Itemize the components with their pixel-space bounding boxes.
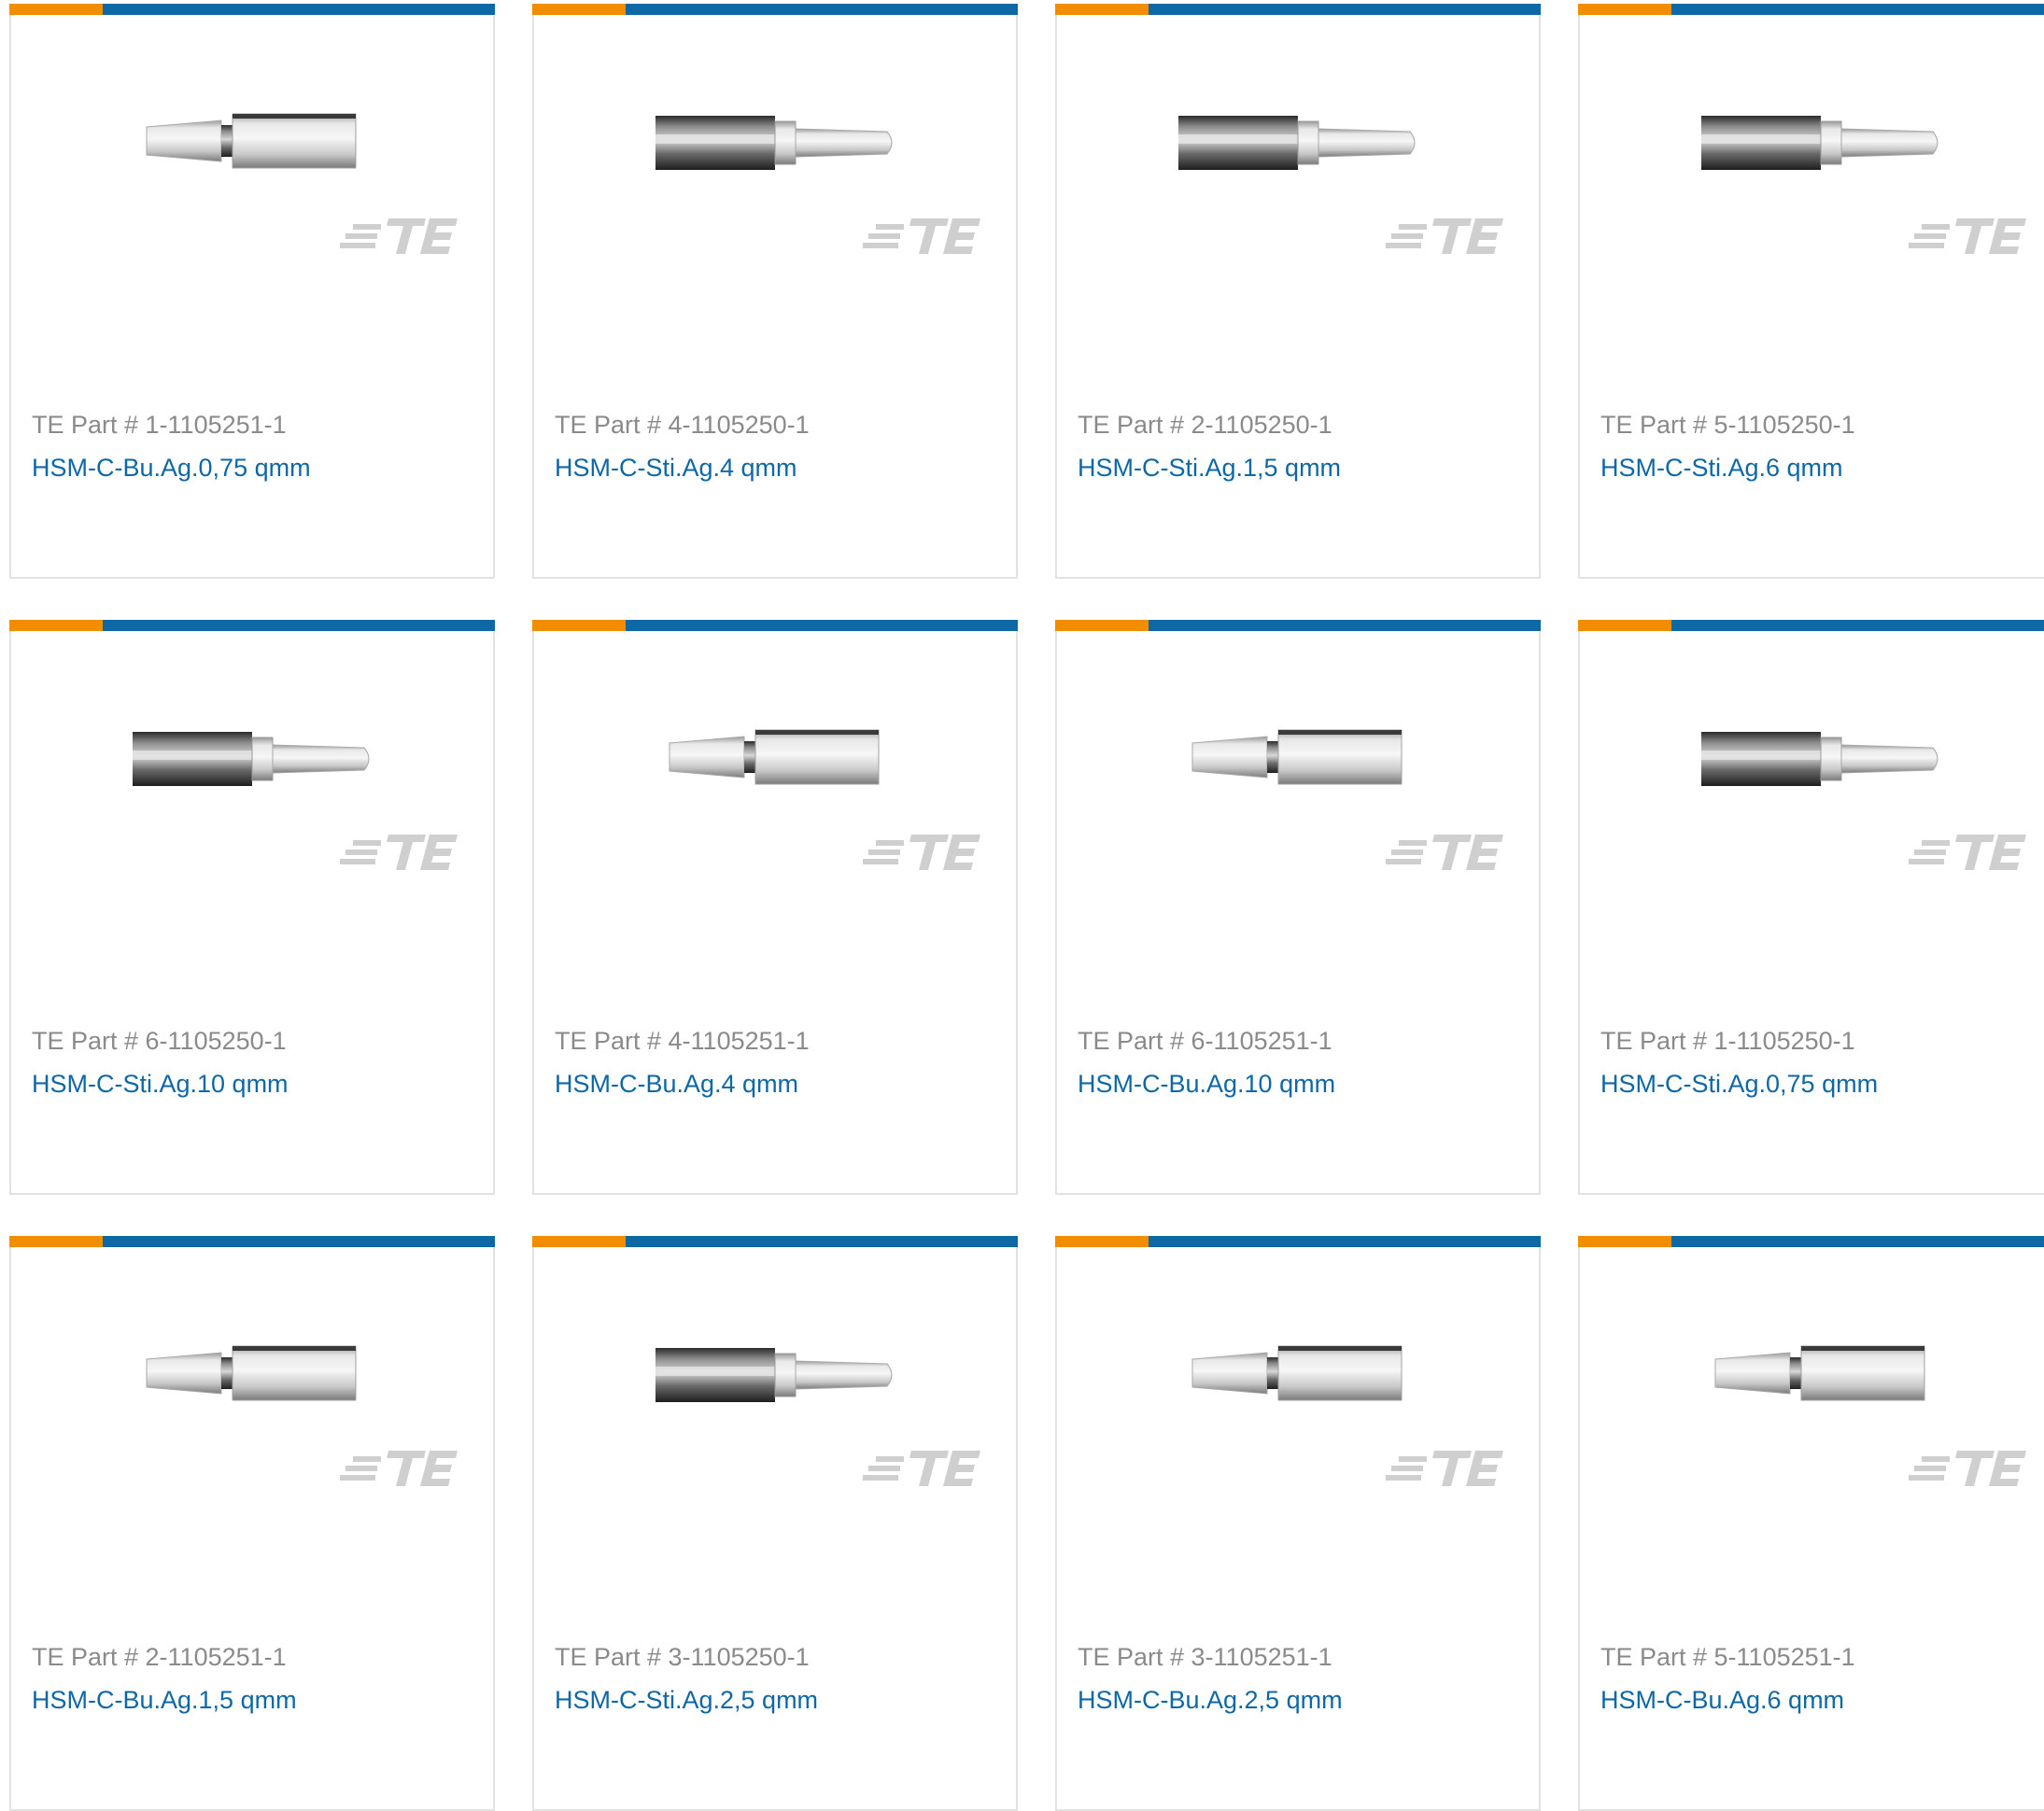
product-image-area[interactable] [1580,1247,2044,1527]
te-logo-icon [863,218,980,254]
product-name-link[interactable]: HSM-C-Bu.Ag.6 qmm [1600,1686,1844,1715]
product-name-link[interactable]: HSM-C-Sti.Ag.0,75 qmm [1600,1070,1878,1099]
product-image-area[interactable] [534,1247,1016,1527]
part-number: TE Part # 4-1105250-1 [555,411,810,439]
product-card[interactable]: TE Part # 4-1105250-1 HSM-C-Sti.Ag.4 qmm [532,4,1018,579]
part-number: TE Part # 4-1105251-1 [555,1027,810,1055]
product-name-link[interactable]: HSM-C-Bu.Ag.0,75 qmm [32,454,311,483]
product-image-area[interactable] [11,1247,493,1527]
product-image-area[interactable] [1057,631,1539,911]
product-grid: TE Part # 1-1105251-1 HSM-C-Bu.Ag.0,75 q… [9,4,2044,1811]
product-card[interactable]: TE Part # 3-1105251-1 HSM-C-Bu.Ag.2,5 qm… [1055,1236,1541,1811]
te-logo-icon [1386,218,1503,254]
product-image [655,116,893,170]
product-card[interactable]: TE Part # 6-1105251-1 HSM-C-Bu.Ag.10 qmm [1055,620,1541,1195]
part-number: TE Part # 1-1105251-1 [32,411,287,439]
card-accent-bar [9,1236,495,1247]
te-logo-icon [340,1451,458,1486]
product-card[interactable]: TE Part # 5-1105250-1 HSM-C-Sti.Ag.6 qmm [1578,4,2044,579]
product-image [133,732,370,786]
card-accent-bar [532,4,1018,15]
product-card[interactable]: TE Part # 1-1105251-1 HSM-C-Bu.Ag.0,75 q… [9,4,495,579]
product-card[interactable]: TE Part # 6-1105250-1 HSM-C-Sti.Ag.10 qm… [9,620,495,1195]
product-image [1701,116,1938,170]
part-number: TE Part # 5-1105251-1 [1600,1643,1855,1671]
product-card[interactable]: TE Part # 2-1105250-1 HSM-C-Sti.Ag.1,5 q… [1055,4,1541,579]
product-image [655,1348,893,1402]
part-number: TE Part # 2-1105251-1 [32,1643,287,1671]
te-logo-icon [340,218,458,254]
product-card[interactable]: TE Part # 1-1105250-1 HSM-C-Sti.Ag.0,75 … [1578,620,2044,1195]
product-name-link[interactable]: HSM-C-Bu.Ag.2,5 qmm [1078,1686,1343,1715]
part-number: TE Part # 3-1105251-1 [1078,1643,1332,1671]
product-name-link[interactable]: HSM-C-Sti.Ag.10 qmm [32,1070,289,1099]
card-accent-bar [1055,1236,1541,1247]
te-logo-icon [863,835,980,870]
product-name-link[interactable]: HSM-C-Bu.Ag.4 qmm [555,1070,798,1099]
product-image-area[interactable] [1057,15,1539,295]
product-card[interactable]: TE Part # 3-1105250-1 HSM-C-Sti.Ag.2,5 q… [532,1236,1018,1811]
te-logo-icon [863,1451,980,1486]
product-image [1191,1345,1403,1401]
card-accent-bar [1578,1236,2044,1247]
product-image-area[interactable] [534,631,1016,911]
product-image-area[interactable] [1057,1247,1539,1527]
product-card[interactable]: TE Part # 4-1105251-1 HSM-C-Bu.Ag.4 qmm [532,620,1018,1195]
te-logo-icon [1909,1451,2026,1486]
product-name-link[interactable]: HSM-C-Bu.Ag.10 qmm [1078,1070,1335,1099]
card-accent-bar [9,4,495,15]
card-accent-bar [532,1236,1018,1247]
part-number: TE Part # 1-1105250-1 [1600,1027,1855,1055]
card-accent-bar [532,620,1018,631]
card-accent-bar [9,620,495,631]
product-image-area[interactable] [1580,15,2044,295]
part-number: TE Part # 3-1105250-1 [555,1643,810,1671]
card-accent-bar [1055,4,1541,15]
card-accent-bar [1578,4,2044,15]
product-name-link[interactable]: HSM-C-Sti.Ag.2,5 qmm [555,1686,818,1715]
product-image [1701,732,1938,786]
product-image [1714,1345,1925,1401]
product-card[interactable]: TE Part # 5-1105251-1 HSM-C-Bu.Ag.6 qmm [1578,1236,2044,1811]
card-accent-bar [1578,620,2044,631]
product-image-area[interactable] [11,631,493,911]
part-number: TE Part # 6-1105250-1 [32,1027,287,1055]
part-number: TE Part # 6-1105251-1 [1078,1027,1332,1055]
te-logo-icon [1909,835,2026,870]
product-name-link[interactable]: HSM-C-Sti.Ag.4 qmm [555,454,797,483]
product-image [1191,729,1403,785]
product-image-area[interactable] [11,15,493,295]
part-number: TE Part # 2-1105250-1 [1078,411,1332,439]
product-name-link[interactable]: HSM-C-Sti.Ag.6 qmm [1600,454,1843,483]
te-logo-icon [1909,218,2026,254]
part-number: TE Part # 5-1105250-1 [1600,411,1855,439]
product-image [146,1345,357,1401]
product-image [146,113,357,169]
te-logo-icon [1386,1451,1503,1486]
product-card[interactable]: TE Part # 2-1105251-1 HSM-C-Bu.Ag.1,5 qm… [9,1236,495,1811]
te-logo-icon [1386,835,1503,870]
te-logo-icon [340,835,458,870]
product-image-area[interactable] [1580,631,2044,911]
product-image [669,729,880,785]
product-name-link[interactable]: HSM-C-Bu.Ag.1,5 qmm [32,1686,297,1715]
card-accent-bar [1055,620,1541,631]
product-image-area[interactable] [534,15,1016,295]
product-image [1178,116,1416,170]
product-name-link[interactable]: HSM-C-Sti.Ag.1,5 qmm [1078,454,1341,483]
